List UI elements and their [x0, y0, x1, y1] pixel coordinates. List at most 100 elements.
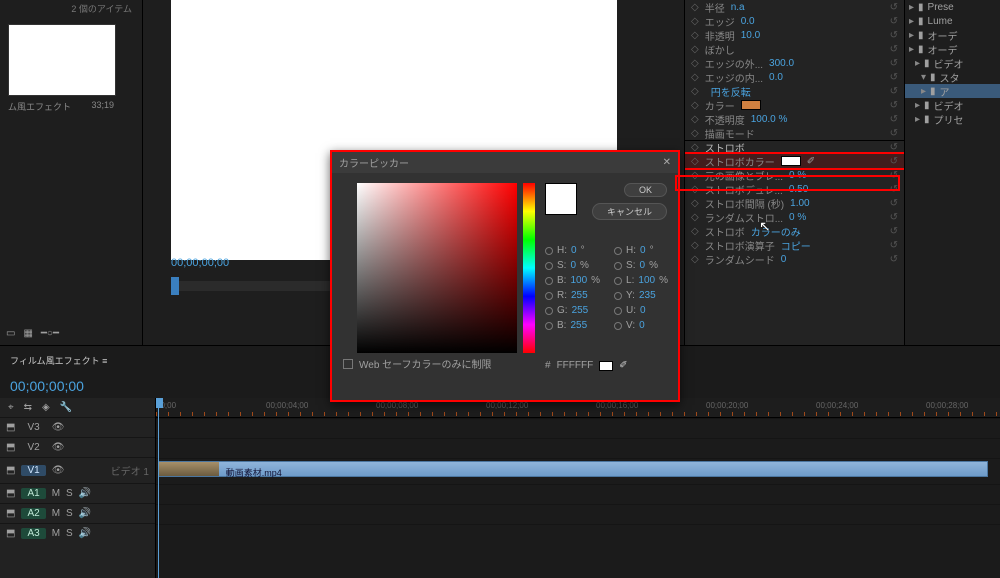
- keyframe-toggle-icon[interactable]: ◇: [691, 226, 699, 237]
- browser-item[interactable]: ▸▮ビデオ: [905, 98, 1000, 112]
- disclosure-chevron-icon[interactable]: ▸: [909, 44, 914, 55]
- disclosure-chevron-icon[interactable]: ▸: [909, 30, 914, 41]
- param-value[interactable]: 円を反転: [711, 84, 751, 99]
- browser-item[interactable]: ▸▮Prese: [905, 0, 1000, 14]
- effect-row[interactable]: ◇半径n.a↺: [685, 0, 904, 14]
- track-header-v3[interactable]: ⬒V3👁: [0, 417, 155, 437]
- radio-icon[interactable]: [545, 322, 553, 330]
- color-gradient-field[interactable]: [357, 183, 517, 353]
- effect-row[interactable]: ◇ストロボ演算子コピー↺: [685, 238, 904, 252]
- browser-item[interactable]: ▸▮オーデ: [905, 42, 1000, 56]
- track-header-v2[interactable]: ⬒V2👁: [0, 437, 155, 457]
- timeline-tracks-area[interactable]: 00;0000;00;04;0000;00;08;0000;00;12;0000…: [156, 398, 1000, 578]
- snap-icon[interactable]: ⌖: [8, 402, 14, 413]
- effect-row[interactable]: ◇ストロボ間隔 (秒)1.00↺: [685, 196, 904, 210]
- eyedropper-icon[interactable]: ✐: [619, 360, 627, 371]
- track-header-a1[interactable]: ⬒A1MS🔊: [0, 483, 155, 503]
- reset-icon[interactable]: ↺: [890, 86, 898, 97]
- track-header-v1[interactable]: ⬒V1👁ビデオ 1: [0, 457, 155, 483]
- radio-icon[interactable]: [545, 247, 553, 255]
- hex-input[interactable]: FFFFFF: [557, 360, 594, 371]
- browser-item[interactable]: ▸▮ビデオ: [905, 56, 1000, 70]
- param-value[interactable]: 1.00: [790, 198, 809, 209]
- eyedropper-icon[interactable]: ✐: [807, 156, 815, 167]
- color-field-y[interactable]: Y:235: [614, 290, 668, 301]
- reset-icon[interactable]: ↺: [890, 226, 898, 237]
- lane-a3[interactable]: [156, 524, 1000, 544]
- color-swatch[interactable]: [781, 156, 801, 166]
- field-value[interactable]: 235: [639, 290, 656, 301]
- keyframe-toggle-icon[interactable]: ◇: [691, 198, 699, 209]
- lane-v1[interactable]: 動画素材.mp4: [156, 458, 1000, 484]
- reset-icon[interactable]: ↺: [890, 2, 898, 13]
- color-field-bv[interactable]: B:255: [545, 320, 600, 331]
- radio-icon[interactable]: [545, 277, 553, 285]
- reset-icon[interactable]: ↺: [890, 156, 898, 167]
- track-header-a2[interactable]: ⬒A2MS🔊: [0, 503, 155, 523]
- color-field-u[interactable]: U:0: [614, 305, 668, 316]
- keyframe-toggle-icon[interactable]: ◇: [691, 114, 699, 125]
- effect-row[interactable]: ◇カラー↺: [685, 98, 904, 112]
- param-value[interactable]: 0.0: [769, 72, 783, 83]
- reset-icon[interactable]: ↺: [890, 128, 898, 139]
- reset-icon[interactable]: ↺: [890, 184, 898, 195]
- radio-icon[interactable]: [614, 322, 622, 330]
- reset-icon[interactable]: ↺: [890, 240, 898, 251]
- keyframe-toggle-icon[interactable]: ◇: [691, 128, 699, 139]
- browser-item[interactable]: ▸▮オーデ: [905, 28, 1000, 42]
- clip-v1[interactable]: 動画素材.mp4: [158, 461, 988, 477]
- reset-icon[interactable]: ↺: [890, 198, 898, 209]
- param-value[interactable]: カラーのみ: [751, 224, 801, 239]
- keyframe-toggle-icon[interactable]: ◇: [691, 254, 699, 265]
- effect-row[interactable]: ◇エッジ0.0↺: [685, 14, 904, 28]
- radio-icon[interactable]: [614, 307, 622, 315]
- keyframe-toggle-icon[interactable]: ◇: [691, 156, 699, 167]
- sequence-tab[interactable]: フィルム風エフェクト ≡: [10, 354, 107, 367]
- keyframe-toggle-icon[interactable]: ◇: [691, 30, 699, 41]
- reset-icon[interactable]: ↺: [890, 44, 898, 55]
- disclosure-chevron-icon[interactable]: ▸: [909, 2, 914, 13]
- disclosure-chevron-icon[interactable]: ▸: [915, 114, 920, 125]
- color-field-h2[interactable]: H:0°: [614, 245, 668, 256]
- effect-row[interactable]: ◇ストロボデュレ...0.50↺: [685, 182, 904, 196]
- field-value[interactable]: 255: [571, 290, 588, 301]
- track-header-a3[interactable]: ⬒A3MS🔊: [0, 523, 155, 543]
- radio-icon[interactable]: [614, 262, 622, 270]
- color-field-l[interactable]: L:100%: [614, 275, 668, 286]
- keyframe-toggle-icon[interactable]: ◇: [691, 16, 699, 27]
- keyframe-toggle-icon[interactable]: ◇: [691, 2, 699, 13]
- field-value[interactable]: 100: [570, 275, 587, 286]
- color-field-s2[interactable]: S:0%: [614, 260, 668, 271]
- param-value[interactable]: 0 %: [789, 170, 806, 181]
- effect-row[interactable]: ◇元の画像とブレ...0 %↺: [685, 168, 904, 182]
- program-timecode[interactable]: 00;00;00;00: [171, 257, 229, 269]
- effect-row[interactable]: ◇エッジの内...0.0↺: [685, 70, 904, 84]
- keyframe-toggle-icon[interactable]: ◇: [691, 58, 699, 69]
- keyframe-toggle-icon[interactable]: ◇: [691, 184, 699, 195]
- icon-view-icon[interactable]: ▦: [23, 328, 32, 339]
- disclosure-chevron-icon[interactable]: ▸: [909, 16, 914, 27]
- reset-icon[interactable]: ↺: [890, 58, 898, 69]
- reset-icon[interactable]: ↺: [890, 30, 898, 41]
- keyframe-toggle-icon[interactable]: ◇: [691, 240, 699, 251]
- param-value[interactable]: 0: [781, 254, 787, 265]
- field-value[interactable]: 0: [639, 320, 645, 331]
- radio-icon[interactable]: [545, 262, 553, 270]
- clip-thumbnail[interactable]: [8, 24, 116, 96]
- color-field-g[interactable]: G:255: [545, 305, 600, 316]
- browser-item[interactable]: ▸▮Lume: [905, 14, 1000, 28]
- param-value[interactable]: 100.0 %: [751, 114, 788, 125]
- param-value[interactable]: 0.0: [741, 16, 755, 27]
- keyframe-toggle-icon[interactable]: ◇: [691, 72, 699, 83]
- browser-item[interactable]: ▾▮スタ: [905, 70, 1000, 84]
- param-value[interactable]: n.a: [731, 2, 745, 13]
- radio-icon[interactable]: [545, 292, 553, 300]
- reset-icon[interactable]: ↺: [890, 114, 898, 125]
- lane-a2[interactable]: [156, 504, 1000, 524]
- disclosure-chevron-icon[interactable]: ▸: [915, 58, 920, 69]
- strobe-color-row[interactable]: ◇ストロボカラー✐↺: [685, 154, 904, 168]
- reset-icon[interactable]: ↺: [890, 16, 898, 27]
- timeline-playhead[interactable]: [158, 398, 159, 578]
- color-swatch[interactable]: [741, 100, 761, 110]
- effect-row[interactable]: ◇円を反転↺: [685, 84, 904, 98]
